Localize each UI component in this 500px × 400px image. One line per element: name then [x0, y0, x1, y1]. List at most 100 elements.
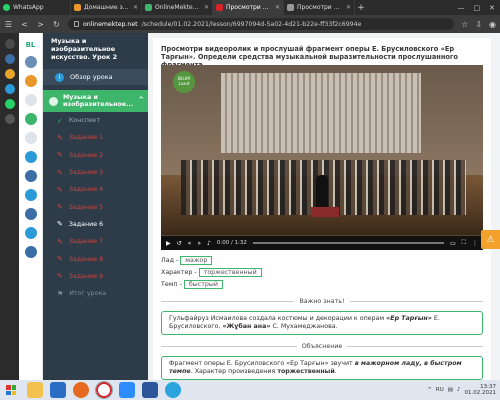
settings-icon[interactable]: [24, 208, 37, 220]
reload-icon[interactable]: ↻: [52, 20, 61, 29]
task-icon: ✎: [57, 237, 63, 246]
site-logo-icon[interactable]: BL: [26, 41, 36, 49]
message-icon[interactable]: [24, 189, 37, 201]
sidebar-item-task-5[interactable]: ✎ Задание 5: [43, 198, 148, 215]
close-icon[interactable]: ✕: [204, 4, 209, 11]
schedule-icon[interactable]: [24, 113, 37, 125]
close-icon[interactable]: ✕: [275, 4, 280, 11]
sidebar-item-lesson-result[interactable]: ⚑ Итог урока: [43, 285, 148, 302]
tab-label: OnlineMektep - Bil: [155, 4, 201, 11]
url-path: /schedule/01.02.2021/lesson/6997094d-5a0…: [141, 20, 362, 28]
sidebar-toggle-icon[interactable]: ☰: [4, 20, 13, 29]
user-avatar-icon[interactable]: [24, 56, 37, 68]
sidebar-item-task-2[interactable]: ✎ Задание 2: [43, 147, 148, 164]
tab-label: Просмотри видео: [226, 4, 272, 11]
forward-icon[interactable]: »: [197, 240, 201, 247]
play-icon[interactable]: ▶: [166, 240, 171, 247]
sidebar-item-summary[interactable]: ✓ Конспект: [43, 112, 148, 129]
notification-icon[interactable]: [24, 75, 37, 87]
lesson-overview-link[interactable]: i Обзор урока: [43, 69, 148, 85]
maximize-icon[interactable]: □: [474, 4, 481, 12]
video-progress-bar[interactable]: [252, 242, 445, 244]
file-explorer-icon[interactable]: [27, 382, 43, 398]
divider-line: [349, 301, 483, 302]
globe-icon[interactable]: [24, 151, 37, 163]
sidebar-item-task-7[interactable]: ✎ Задание 7: [43, 233, 148, 250]
download-icon[interactable]: ⇩: [475, 20, 482, 29]
tab-homework[interactable]: Домашние задан ✕: [71, 0, 142, 15]
browser-tab-bar: WhatsApp Домашние задан ✕ OnlineMektep -…: [0, 0, 500, 15]
url-field[interactable]: onlinemektep.net/schedule/01.02.2021/les…: [68, 18, 455, 30]
messenger-icon[interactable]: [4, 84, 15, 94]
sidebar-item-task-4[interactable]: ✎ Задание 4: [43, 181, 148, 198]
profile-icon[interactable]: ◉: [489, 20, 496, 29]
close-icon[interactable]: ✕: [346, 4, 351, 11]
sidebar-item-task-9[interactable]: ✎ Задание 9: [43, 268, 148, 285]
volume-icon[interactable]: ♪: [207, 240, 211, 247]
more-icon[interactable]: ⋮: [472, 240, 478, 247]
forward-icon[interactable]: >: [36, 20, 45, 29]
video-player[interactable]: BILIM Land ▶ ↺ « » ♪ 0:00 / 1:32 ▭ ⛶ ⋮: [161, 65, 483, 250]
rewind-icon[interactable]: «: [188, 240, 192, 247]
sidebar-item-task-1[interactable]: ✎ Задание 1: [43, 129, 148, 146]
zoom-icon[interactable]: [119, 382, 135, 398]
start-button[interactable]: [2, 382, 20, 398]
sidebar-item-label: Задание 2: [68, 151, 104, 159]
firefox-icon[interactable]: [73, 382, 89, 398]
replay-icon[interactable]: ↺: [177, 240, 182, 247]
telegram-icon[interactable]: [165, 382, 181, 398]
answer-field-tempo[interactable]: быстрый: [183, 280, 223, 289]
minimize-icon[interactable]: —: [458, 4, 465, 12]
volume-icon[interactable]: ♪: [457, 387, 461, 393]
sidebar-item-task-8[interactable]: ✎ Задание 8: [43, 250, 148, 267]
chart-icon[interactable]: [24, 170, 37, 182]
sidebar-item-label: Итог урока: [69, 290, 107, 298]
address-actions: ☆ ⇩ ◉: [461, 20, 496, 29]
home-icon[interactable]: [24, 94, 37, 106]
answer-field-character[interactable]: торжественный: [198, 268, 262, 277]
sidebar-item-label: Задание 6: [68, 220, 104, 228]
media-player-icon[interactable]: [50, 382, 66, 398]
section-header[interactable]: Музыка и изобразительное... ^: [43, 90, 148, 112]
bookmark-icon[interactable]: ☆: [461, 20, 468, 29]
sidebar-item-task-6[interactable]: ✎ Задание 6: [43, 216, 148, 233]
explanation-note: Фрагмент оперы Е. Брусиловского «Ер Тарғ…: [161, 356, 483, 380]
opera-icon[interactable]: [95, 381, 113, 399]
new-tab-button[interactable]: +: [355, 0, 367, 15]
report-warning-button[interactable]: ⚠: [481, 230, 500, 249]
back-icon[interactable]: <: [20, 20, 29, 29]
language-indicator[interactable]: RU: [436, 387, 444, 393]
answer-label: Темп -: [161, 281, 182, 288]
whatsapp-icon[interactable]: [4, 99, 15, 109]
chevron-up-icon[interactable]: ^: [138, 97, 144, 105]
info-icon[interactable]: [24, 227, 37, 239]
tab-whatsapp[interactable]: WhatsApp: [0, 0, 71, 15]
tab-video-active[interactable]: Просмотри видео ✕: [213, 0, 284, 15]
bilimland-logo: BILIM Land: [173, 71, 195, 93]
network-icon[interactable]: ▤: [448, 387, 453, 393]
flag-icon: ⚑: [57, 289, 64, 298]
tab-onlinemektep[interactable]: OnlineMektep - Bil ✕: [142, 0, 213, 15]
windows-taskbar: ^ RU ▤ ♪ 13:37 01.02.2021: [0, 380, 500, 400]
chat-icon[interactable]: [4, 114, 15, 124]
sidebar-item-task-3[interactable]: ✎ Задание 3: [43, 164, 148, 181]
tray-arrow-icon[interactable]: ^: [427, 387, 432, 393]
tab-video[interactable]: Просмотри видео ✕: [284, 0, 355, 15]
word-icon[interactable]: [142, 382, 158, 398]
subtitles-icon[interactable]: ▭: [450, 240, 456, 247]
cart-icon[interactable]: [24, 246, 37, 258]
tab-label: Просмотри видео: [297, 4, 343, 11]
task-icon: ✎: [57, 203, 63, 212]
divider-line: [161, 301, 295, 302]
answer-label: Лад -: [161, 257, 179, 264]
close-window-icon[interactable]: ✕: [489, 4, 495, 12]
fullscreen-icon[interactable]: ⛶: [462, 239, 466, 247]
answer-field-mode[interactable]: мажор: [180, 256, 213, 265]
apps-icon[interactable]: [4, 39, 15, 49]
profile-icon[interactable]: [4, 54, 15, 64]
book-icon[interactable]: [24, 132, 37, 144]
close-icon[interactable]: ✕: [133, 4, 138, 11]
clock[interactable]: 13:37 01.02.2021: [465, 384, 497, 397]
add-icon[interactable]: [4, 69, 15, 79]
task-icon: ✎: [57, 220, 63, 229]
